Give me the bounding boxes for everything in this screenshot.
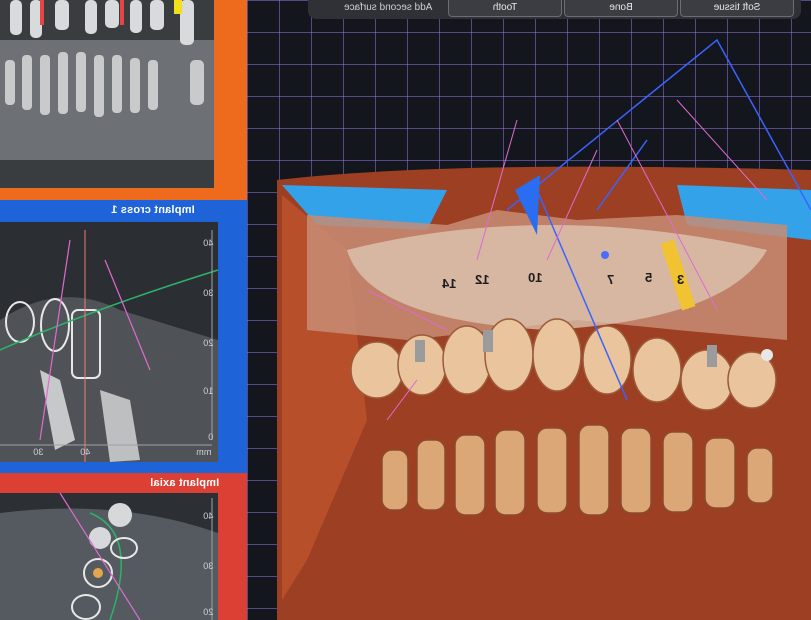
tooth-number-14[interactable]: 14: [442, 276, 456, 291]
scale-label-10: 10: [202, 386, 213, 396]
tooth-number-10[interactable]: 10: [528, 270, 542, 285]
unit-label: mm: [196, 447, 212, 457]
scale-label-20: 20: [202, 338, 213, 348]
scale-label-40: 40: [202, 238, 213, 248]
tooth-number-3[interactable]: 3: [677, 272, 684, 287]
scale-label-20: 20: [202, 607, 213, 617]
soft-tissue-button[interactable]: Soft tissue: [680, 0, 794, 17]
scale-label-0: 0: [207, 432, 213, 442]
implant-cross-section-panel[interactable]: Implant cross 1 40 30 20 10 0 30 40 mm: [0, 200, 247, 473]
bone-button[interactable]: Bone: [564, 0, 678, 17]
bottom-tick-30: 30: [33, 447, 44, 457]
scale-label-40: 40: [202, 511, 213, 521]
3d-view[interactable]: 14 12 10 7 5 3: [247, 0, 811, 620]
add-second-surface-label[interactable]: Add second surface: [344, 2, 432, 13]
panoramic-view[interactable]: [0, 0, 247, 200]
tooth-number-12[interactable]: 12: [475, 272, 489, 287]
tooth-number-5[interactable]: 5: [645, 270, 652, 285]
axial-image: [0, 492, 218, 620]
tooth-number-7[interactable]: 7: [607, 272, 614, 287]
scale-label-30: 30: [202, 561, 213, 571]
implant-axial-panel[interactable]: Implant axial 40 30 20: [0, 473, 247, 620]
panoramic-image: [0, 0, 214, 188]
3d-render: [247, 0, 811, 620]
bottom-tick-40: 40: [80, 447, 91, 457]
segmentation-toolbar: Add second surface Tooth Bone Soft tissu…: [308, 0, 801, 19]
tooth-button[interactable]: Tooth: [448, 0, 562, 17]
scale-label-30: 30: [202, 288, 213, 298]
